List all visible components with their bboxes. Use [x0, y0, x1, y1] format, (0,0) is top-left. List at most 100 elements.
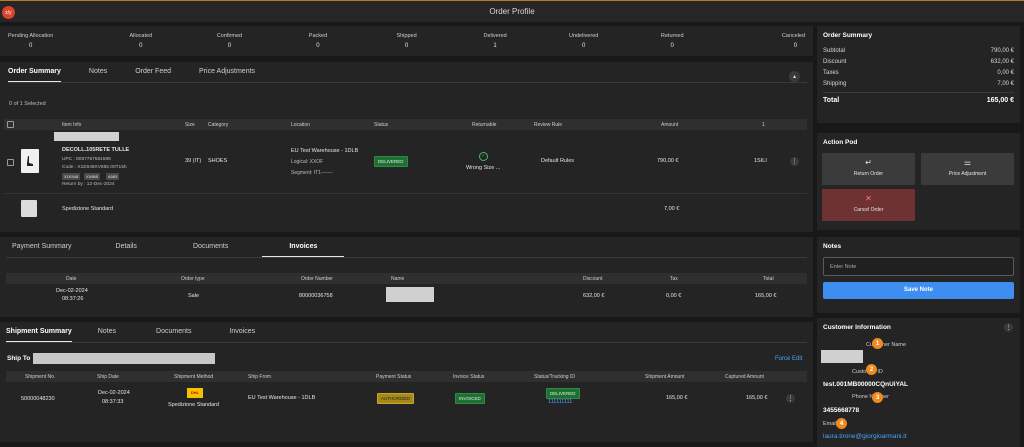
customer-info-panel: Customer Information ⋮ Customer Name 1 C…: [817, 318, 1020, 447]
tab-payment-summary[interactable]: Payment Summary: [12, 237, 72, 257]
ship-to-label: Ship To: [7, 355, 31, 362]
customer-info-title: Customer Information: [823, 324, 891, 331]
item-logical: Logical: XXOF: [291, 159, 324, 165]
redacted-name: [386, 287, 434, 302]
invoice-row[interactable]: Dec-02-2024 08:37:26 Sale 80000036758 63…: [6, 286, 807, 308]
selection-count: 0 of 1 Selected: [9, 101, 46, 107]
status-canceled: Canceled 0: [781, 33, 806, 49]
item-checkbox[interactable]: [7, 159, 14, 166]
tab-price-adjustments[interactable]: Price Adjustments: [199, 62, 255, 82]
item-returnable: Wrong Size ...: [466, 165, 501, 171]
redacted-ship-to-address: [33, 353, 215, 364]
invoice-tabs: Payment Summary Details Documents Invoic…: [6, 237, 807, 258]
shipping-thumbnail: [21, 200, 37, 217]
app-logo-icon[interactable]: x/y: [2, 6, 15, 19]
summary-discount: Discount 632,00 €: [823, 59, 1014, 65]
item-category: SHOES: [208, 158, 228, 164]
marker-4: 4: [836, 418, 847, 429]
summary-total: Total 165,00 €: [823, 92, 1014, 104]
marker-2: 2: [866, 364, 877, 375]
item-return-by: Return by : 12-Dec-2024: [62, 182, 115, 187]
order-summary-title: Order Summary: [823, 32, 873, 39]
title-bar: x/y Order Profile: [0, 0, 1024, 22]
item-kebab-menu-icon[interactable]: ⋮: [790, 157, 799, 166]
note-input[interactable]: Enter Note: [823, 257, 1014, 276]
shipment-number: 50000048230: [21, 396, 55, 402]
invoice-total: 165,00 €: [755, 293, 777, 299]
notes-title: Notes: [823, 243, 842, 250]
tab-notes[interactable]: Notes: [98, 322, 116, 342]
status-confirmed: Confirmed 0: [216, 33, 243, 49]
item-size: 39 (IT): [185, 158, 202, 164]
collapse-chevron-up-icon[interactable]: ▴: [789, 71, 800, 82]
dhl-logo-icon: DHL: [187, 388, 203, 398]
shipment-table-header: Shipment No. Ship Date Shipment Method S…: [6, 371, 807, 382]
order-items-panel: Order Summary Notes Order Feed Price Adj…: [0, 62, 813, 232]
tab-documents[interactable]: Documents: [156, 322, 191, 342]
tab-shipment-summary[interactable]: Shipment Summary: [6, 322, 72, 342]
customer-kebab-menu-icon[interactable]: ⋮: [1004, 323, 1013, 332]
cancel-order-button[interactable]: ✕ Cancel Order: [822, 189, 915, 221]
invoice-date: Dec-02-2024: [56, 288, 88, 294]
return-arrow-icon: ↵: [865, 158, 872, 167]
summary-shipping: Shipping 7,00 €: [823, 81, 1014, 87]
close-x-icon: ✕: [865, 194, 872, 203]
tab-order-summary[interactable]: Order Summary: [8, 62, 61, 82]
shipment-panel: Shipment Summary Notes Documents Invoice…: [0, 322, 813, 442]
marker-3: 3: [872, 392, 883, 403]
tab-invoices[interactable]: Invoices: [262, 237, 345, 257]
status-returned: Returned 0: [660, 33, 684, 49]
tab-details[interactable]: Details: [116, 237, 137, 257]
return-order-button[interactable]: ↵ Return Order: [822, 153, 915, 185]
redacted-customer-name: [821, 350, 863, 363]
tab-documents[interactable]: Documents: [193, 237, 228, 257]
returnable-check-icon: ✓: [479, 152, 488, 161]
item-upc: UPC : 8057767581596: [62, 157, 111, 162]
item-status-badge: DELIVERED: [374, 156, 408, 167]
order-summary-panel: Order Summary Subtotal 790,00 € Discount 6…: [817, 26, 1020, 123]
item-qty: 1SILI: [754, 158, 767, 164]
invoice-status-badge: INVOICED: [455, 393, 485, 404]
status-counts-bar: Pending Allocation 0 Allocated 0 Confirmed…: [0, 26, 813, 56]
tracking-id-link[interactable]: 111111111: [548, 399, 572, 405]
item-tag: XV865: [84, 173, 101, 180]
invoice-panel: Payment Summary Details Documents Invoic…: [0, 237, 813, 317]
item-name: DECOLL.105RETE TULLE: [62, 147, 130, 153]
page-title: Order Profile: [489, 7, 535, 16]
item-amount: 790,00 €: [657, 158, 679, 164]
shipment-status-badge: DELIVERED: [546, 388, 580, 399]
item-review-rule: Default Rules: [541, 158, 575, 164]
phone-number-value: 3455668778: [823, 407, 860, 414]
invoice-order-number: 80000036758: [299, 293, 333, 299]
shipment-row[interactable]: 50000048230 Dec-02-2024 08:37:33 DHL Spe…: [6, 385, 807, 423]
select-all-checkbox[interactable]: [7, 121, 14, 128]
item-code: Code : X1E948XV865 00T15h: [62, 165, 127, 170]
save-note-button[interactable]: Save Note: [823, 282, 1014, 299]
status-allocated: Allocated 0: [129, 33, 153, 49]
action-pod-panel: Action Pod ↵ Return Order ⚌ Price Adjust…: [817, 133, 1020, 230]
shipping-line-name: Spedizione Standard: [62, 206, 114, 212]
status-delivered: Delivered 1: [483, 33, 507, 49]
status-packed: Packed 0: [308, 33, 328, 49]
customer-id-value: test.001MB00000CQnUiYAL: [823, 381, 909, 388]
invoice-order-type: Sale: [188, 293, 200, 299]
tab-invoices[interactable]: Invoices: [229, 322, 255, 342]
item-tag: A083: [106, 173, 120, 180]
email-link[interactable]: laura.tirone@giorgioarmani.it: [823, 433, 907, 440]
item-location: EU Test Warehouse - 1DLB: [291, 148, 359, 154]
tab-notes[interactable]: Notes: [89, 62, 107, 82]
sliders-icon: ⚌: [963, 158, 972, 167]
shipment-kebab-menu-icon[interactable]: ⋮: [786, 394, 795, 403]
summary-subtotal: Subtotal 790,00 €: [823, 48, 1014, 54]
invoice-table-header: Date Order type Order Number Name Discou…: [6, 273, 807, 284]
captured-amount: 165,00 €: [746, 395, 768, 401]
shipment-time: 08:37:33: [102, 399, 124, 405]
invoice-discount: 632,00 €: [583, 293, 605, 299]
notes-panel: Notes Enter Note Save Note: [817, 237, 1020, 313]
item-tag: X1E948: [62, 173, 81, 180]
shipment-date: Dec-02-2024: [98, 390, 130, 396]
price-adjustment-button[interactable]: ⚌ Price Adjustment: [921, 153, 1014, 185]
tab-order-feed[interactable]: Order Feed: [135, 62, 171, 82]
shipment-amount: 165,00 €: [666, 395, 688, 401]
force-edit-link[interactable]: Force Edit: [775, 356, 802, 362]
